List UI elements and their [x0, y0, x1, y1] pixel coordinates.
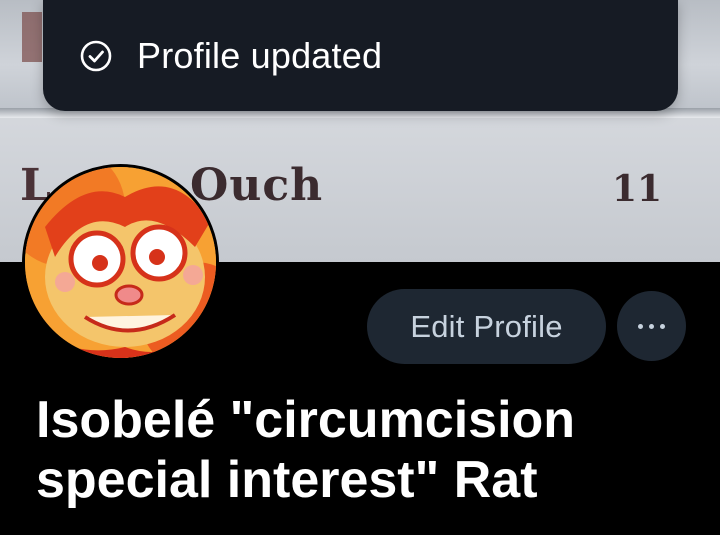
- banner-partial-glyph: [22, 12, 42, 62]
- banner-photo-number: 11: [612, 168, 663, 210]
- toast-message: Profile updated: [137, 34, 383, 76]
- more-options-button[interactable]: [617, 291, 686, 361]
- avatar-illustration: [25, 167, 216, 358]
- check-circle-icon: [79, 39, 113, 73]
- more-options-icon-dot: [649, 323, 654, 329]
- profile-display-name: Isobelé "circumcision special interest" …: [36, 391, 576, 509]
- avatar[interactable]: [22, 164, 219, 361]
- banner-photo-word: Ouch: [190, 160, 324, 211]
- toast-notification: Profile updated: [43, 0, 678, 111]
- edit-profile-button[interactable]: Edit Profile: [367, 289, 606, 364]
- more-options-icon: [638, 323, 643, 329]
- more-options-icon-dot: [660, 323, 665, 329]
